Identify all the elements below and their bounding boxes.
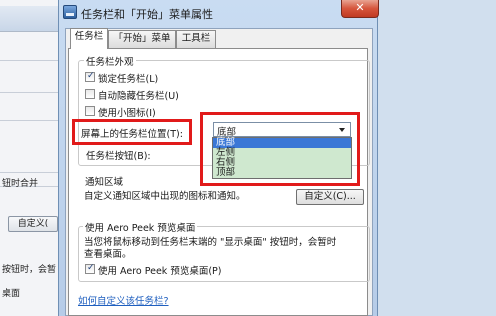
small-icons-label: 使用小图标(I) [98,108,156,119]
notification-area-title: 通知区域 [83,174,126,188]
customize-taskbar-help-link[interactable]: 如何自定义该任务栏? [78,293,169,307]
divider [0,172,64,173]
notification-area-description: 自定义通知区域中出现的图标和通知。 [84,191,246,202]
taskbar-location-label: 屏幕上的任务栏位置(T): [81,129,183,140]
small-icons-checkbox[interactable] [85,106,95,116]
tab-start-menu[interactable]: 「开始」菜单 [108,30,176,48]
chevron-down-icon[interactable] [337,124,348,135]
divider [0,92,64,93]
background-text: 钮时合并 [2,179,39,189]
background-right-area [378,0,496,316]
taskbar-location-combobox[interactable]: 底部 [213,122,351,138]
taskbar-icon [63,5,77,19]
appearance-group-title: 任务栏外观 [84,54,136,68]
divider [0,60,64,61]
aero-peek-checkbox-label: 使用 Aero Peek 预览桌面(P) [98,266,222,277]
background-text: 按钮时，会暂 [2,265,57,275]
close-button[interactable]: ✕ [341,0,379,18]
autohide-label: 自动隐藏任务栏(U) [98,91,179,102]
notification-customize-button[interactable]: 自定义(C)... [296,189,364,205]
taskbar-location-value: 底部 [217,127,237,138]
option-top[interactable]: 顶部 [213,168,351,178]
background-toolbar [0,6,64,32]
aero-peek-description-cont: 查看桌面。 [84,249,132,260]
aero-peek-checkbox[interactable] [85,263,95,274]
tab-taskbar[interactable]: 任务栏 [70,28,108,49]
background-customize-button[interactable]: 自定义( [8,216,58,232]
tab-toolbars[interactable]: 工具栏 [176,30,216,48]
background-text: 桌面 [2,289,21,299]
divider [0,120,64,121]
taskbar-location-list[interactable]: 底部 左侧 右侧 顶部 [212,137,352,179]
lock-taskbar-label: 锁定任务栏(L) [98,74,159,85]
title-bar[interactable]: 任务栏和「开始」菜单属性 ✕ [59,0,379,26]
dialog-title: 任务栏和「开始」菜单属性 [81,8,213,21]
aero-peek-title: 使用 Aero Peek 预览桌面 [83,220,198,234]
lock-taskbar-checkbox[interactable] [85,71,95,82]
taskbar-buttons-label: 任务栏按钮(B): [86,151,151,162]
close-icon: ✕ [355,1,365,14]
autohide-checkbox[interactable] [85,89,95,99]
